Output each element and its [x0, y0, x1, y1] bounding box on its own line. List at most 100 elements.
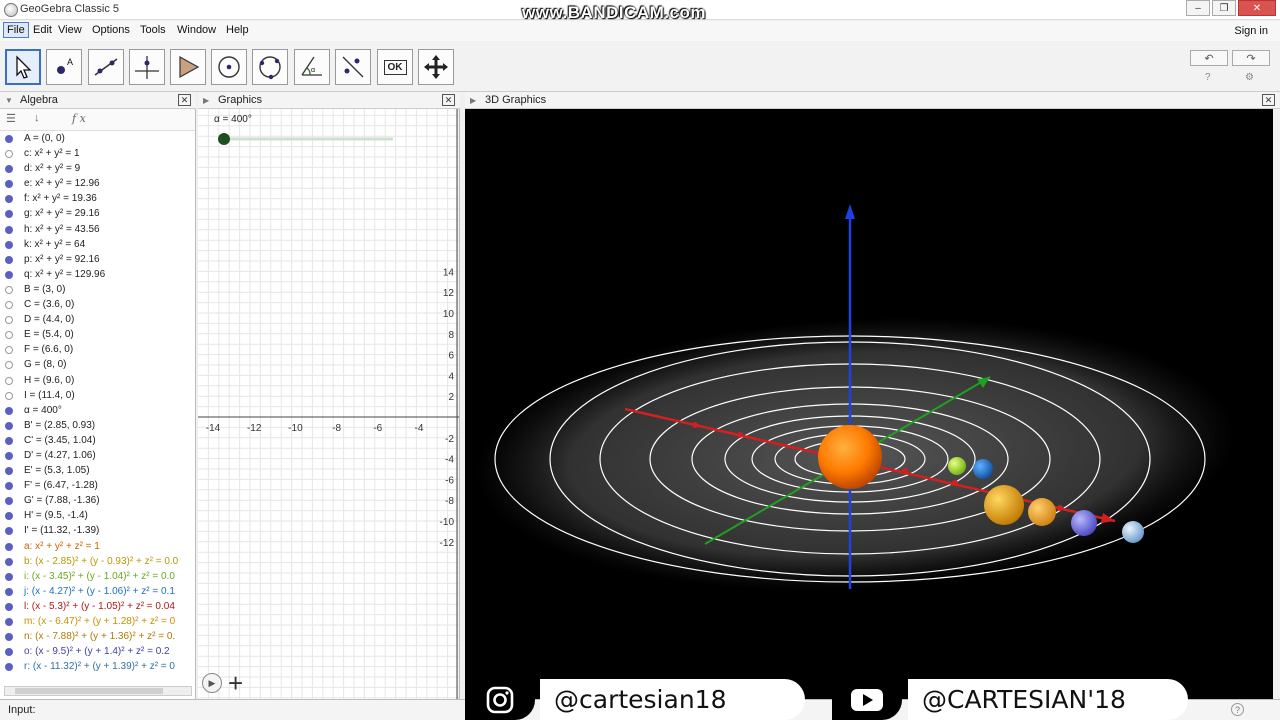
undo-button[interactable]: ↶	[1190, 50, 1228, 66]
algebra-row[interactable]: n: (x - 7.88)² + (y + 1.36)² + z² = 0.	[0, 629, 195, 644]
visibility-toggle-icon[interactable]	[5, 301, 13, 310]
algebra-row[interactable]: q: x² + y² = 129.96	[0, 267, 195, 282]
menu-tools[interactable]: Tools	[137, 24, 169, 36]
collapse-triangle-icon[interactable]: ▼	[5, 96, 13, 105]
settings-gear-icon[interactable]: ⚙	[1245, 72, 1254, 83]
slider-tool-button[interactable]: OK	[377, 49, 413, 85]
algebra-row[interactable]: p: x² + y² = 92.16	[0, 252, 195, 267]
visibility-toggle-icon[interactable]	[5, 391, 13, 400]
algebra-row[interactable]: E = (5.4, 0)	[0, 327, 195, 342]
algebra-row[interactable]: B' = (2.85, 0.93)	[0, 418, 195, 433]
close-algebra-button[interactable]: ✕	[178, 94, 191, 106]
visibility-toggle-icon[interactable]	[5, 633, 13, 642]
algebra-row[interactable]: m: (x - 6.47)² + (y + 1.28)² + z² = 0	[0, 614, 195, 629]
algebra-row[interactable]: g: x² + y² = 29.16	[0, 206, 195, 221]
algebra-row[interactable]: C' = (3.45, 1.04)	[0, 433, 195, 448]
right-edge-scrollbar[interactable]	[1273, 109, 1280, 699]
menu-file[interactable]: File	[3, 22, 29, 38]
menu-window[interactable]: Window	[174, 24, 219, 36]
visibility-toggle-icon[interactable]	[5, 240, 13, 249]
scrollbar-thumb[interactable]	[15, 688, 163, 694]
algebra-row[interactable]: I = (11.4, 0)	[0, 388, 195, 403]
visibility-toggle-icon[interactable]	[5, 648, 13, 657]
algebra-row[interactable]: D = (4.4, 0)	[0, 312, 195, 327]
algebra-row[interactable]: h: x² + y² = 43.56	[0, 222, 195, 237]
minimize-button[interactable]: –	[1186, 0, 1210, 16]
visibility-toggle-icon[interactable]	[5, 572, 13, 581]
visibility-toggle-icon[interactable]	[5, 285, 13, 294]
expand-triangle-icon[interactable]: ▶	[470, 96, 476, 105]
graphics-canvas[interactable]: 14 12 10 8 6 4 2 -2 -4 -6 -8 -10 -12 -14 -12 -10 -8 -6 -4	[198, 109, 460, 699]
visibility-toggle-icon[interactable]	[5, 225, 13, 234]
visibility-toggle-icon[interactable]	[5, 150, 13, 159]
visibility-toggle-icon[interactable]	[5, 557, 13, 566]
visibility-toggle-icon[interactable]	[5, 316, 13, 325]
visibility-toggle-icon[interactable]	[5, 497, 13, 506]
algebra-row[interactable]: f: x² + y² = 19.36	[0, 191, 195, 206]
algebra-row[interactable]: α = 400°	[0, 403, 195, 418]
algebra-row[interactable]: i: (x - 3.45)² + (y - 1.04)² + z² = 0.0	[0, 569, 195, 584]
algebra-row[interactable]: c: x² + y² = 1	[0, 146, 195, 161]
move-graphics-view-tool-button[interactable]	[418, 49, 454, 85]
visibility-toggle-icon[interactable]	[5, 270, 13, 279]
algebra-row[interactable]: r: (x - 11.32)² + (y + 1.39)² + z² = 0	[0, 659, 195, 674]
visibility-toggle-icon[interactable]	[5, 346, 13, 355]
menu-view[interactable]: View	[55, 24, 85, 36]
visibility-toggle-icon[interactable]	[5, 210, 13, 219]
algebra-row[interactable]: B = (3, 0)	[0, 282, 195, 297]
visibility-toggle-icon[interactable]	[5, 587, 13, 596]
polygon-tool-button[interactable]	[170, 49, 206, 85]
visibility-toggle-icon[interactable]	[5, 527, 13, 536]
visibility-toggle-icon[interactable]	[5, 255, 13, 264]
graphics3d-view[interactable]	[465, 109, 1273, 699]
visibility-toggle-icon[interactable]	[5, 512, 13, 521]
angle-tool-button[interactable]: α	[294, 49, 330, 85]
algebra-row[interactable]: b: (x - 2.85)² + (y - 0.93)² + z² = 0.0	[0, 554, 195, 569]
add-object-button[interactable]: +	[228, 670, 243, 696]
algebra-row[interactable]: D' = (4.27, 1.06)	[0, 448, 195, 463]
circle-center-tool-button[interactable]	[211, 49, 247, 85]
sun-sphere[interactable]	[818, 425, 882, 489]
maximize-button[interactable]: ❐	[1212, 0, 1236, 16]
visibility-toggle-icon[interactable]	[5, 663, 13, 672]
visibility-toggle-icon[interactable]	[5, 618, 13, 626]
algebra-row[interactable]: j: (x - 4.27)² + (y - 1.06)² + z² = 0.1	[0, 584, 195, 599]
visibility-toggle-icon[interactable]	[5, 451, 13, 460]
close-window-button[interactable]: ✕	[1238, 0, 1276, 16]
menu-options[interactable]: Options	[89, 24, 133, 36]
input-field[interactable]	[42, 702, 462, 718]
algebra-row[interactable]: F' = (6.47, -1.28)	[0, 478, 195, 493]
algebra-row[interactable]: G' = (7.88, -1.36)	[0, 493, 195, 508]
point-tool-button[interactable]: A	[46, 49, 82, 85]
algebra-row[interactable]: E' = (5.3, 1.05)	[0, 463, 195, 478]
visibility-toggle-icon[interactable]	[5, 602, 13, 611]
visibility-toggle-icon[interactable]	[5, 406, 13, 415]
line-tool-button[interactable]	[88, 49, 124, 85]
graphics3d-canvas[interactable]	[465, 109, 1273, 699]
algebra-row[interactable]: G = (8, 0)	[0, 357, 195, 372]
algebra-row[interactable]: l: (x - 5.3)² + (y - 1.05)² + z² = 0.04	[0, 599, 195, 614]
visibility-toggle-icon[interactable]	[5, 135, 13, 143]
function-input-icon[interactable]: f x	[72, 112, 86, 125]
visibility-toggle-icon[interactable]	[5, 180, 13, 189]
circle-three-points-tool-button[interactable]	[252, 49, 288, 85]
algebra-row[interactable]: k: x² + y² = 64	[0, 237, 195, 252]
redo-button[interactable]: ↷	[1232, 50, 1270, 66]
algebra-row[interactable]: a: x² + y² + z² = 1	[0, 539, 195, 554]
move-tool-button[interactable]	[5, 49, 41, 85]
algebra-row[interactable]: A = (0, 0)	[0, 131, 195, 146]
algebra-row[interactable]: e: x² + y² = 12.96	[0, 176, 195, 191]
perpendicular-line-tool-button[interactable]	[129, 49, 165, 85]
algebra-row[interactable]: o: (x - 9.5)² + (y + 1.4)² + z² = 0.2	[0, 644, 195, 659]
visibility-toggle-icon[interactable]	[5, 331, 13, 340]
menu-edit[interactable]: Edit	[30, 24, 55, 36]
input-help-icon[interactable]: ?	[1231, 703, 1244, 716]
help-small-icon[interactable]: ?	[1205, 72, 1211, 83]
close-graphics-button[interactable]: ✕	[442, 94, 455, 106]
reflect-tool-button[interactable]	[335, 49, 371, 85]
visibility-toggle-icon[interactable]	[5, 467, 13, 476]
menu-help[interactable]: Help	[223, 24, 252, 36]
visibility-toggle-icon[interactable]	[5, 165, 13, 174]
graphics-view[interactable]: 14 12 10 8 6 4 2 -2 -4 -6 -8 -10 -12 -14 -12 -10 -8 -6 -4 …	[198, 109, 460, 699]
close-graphics3d-button[interactable]: ✕	[1262, 94, 1275, 106]
